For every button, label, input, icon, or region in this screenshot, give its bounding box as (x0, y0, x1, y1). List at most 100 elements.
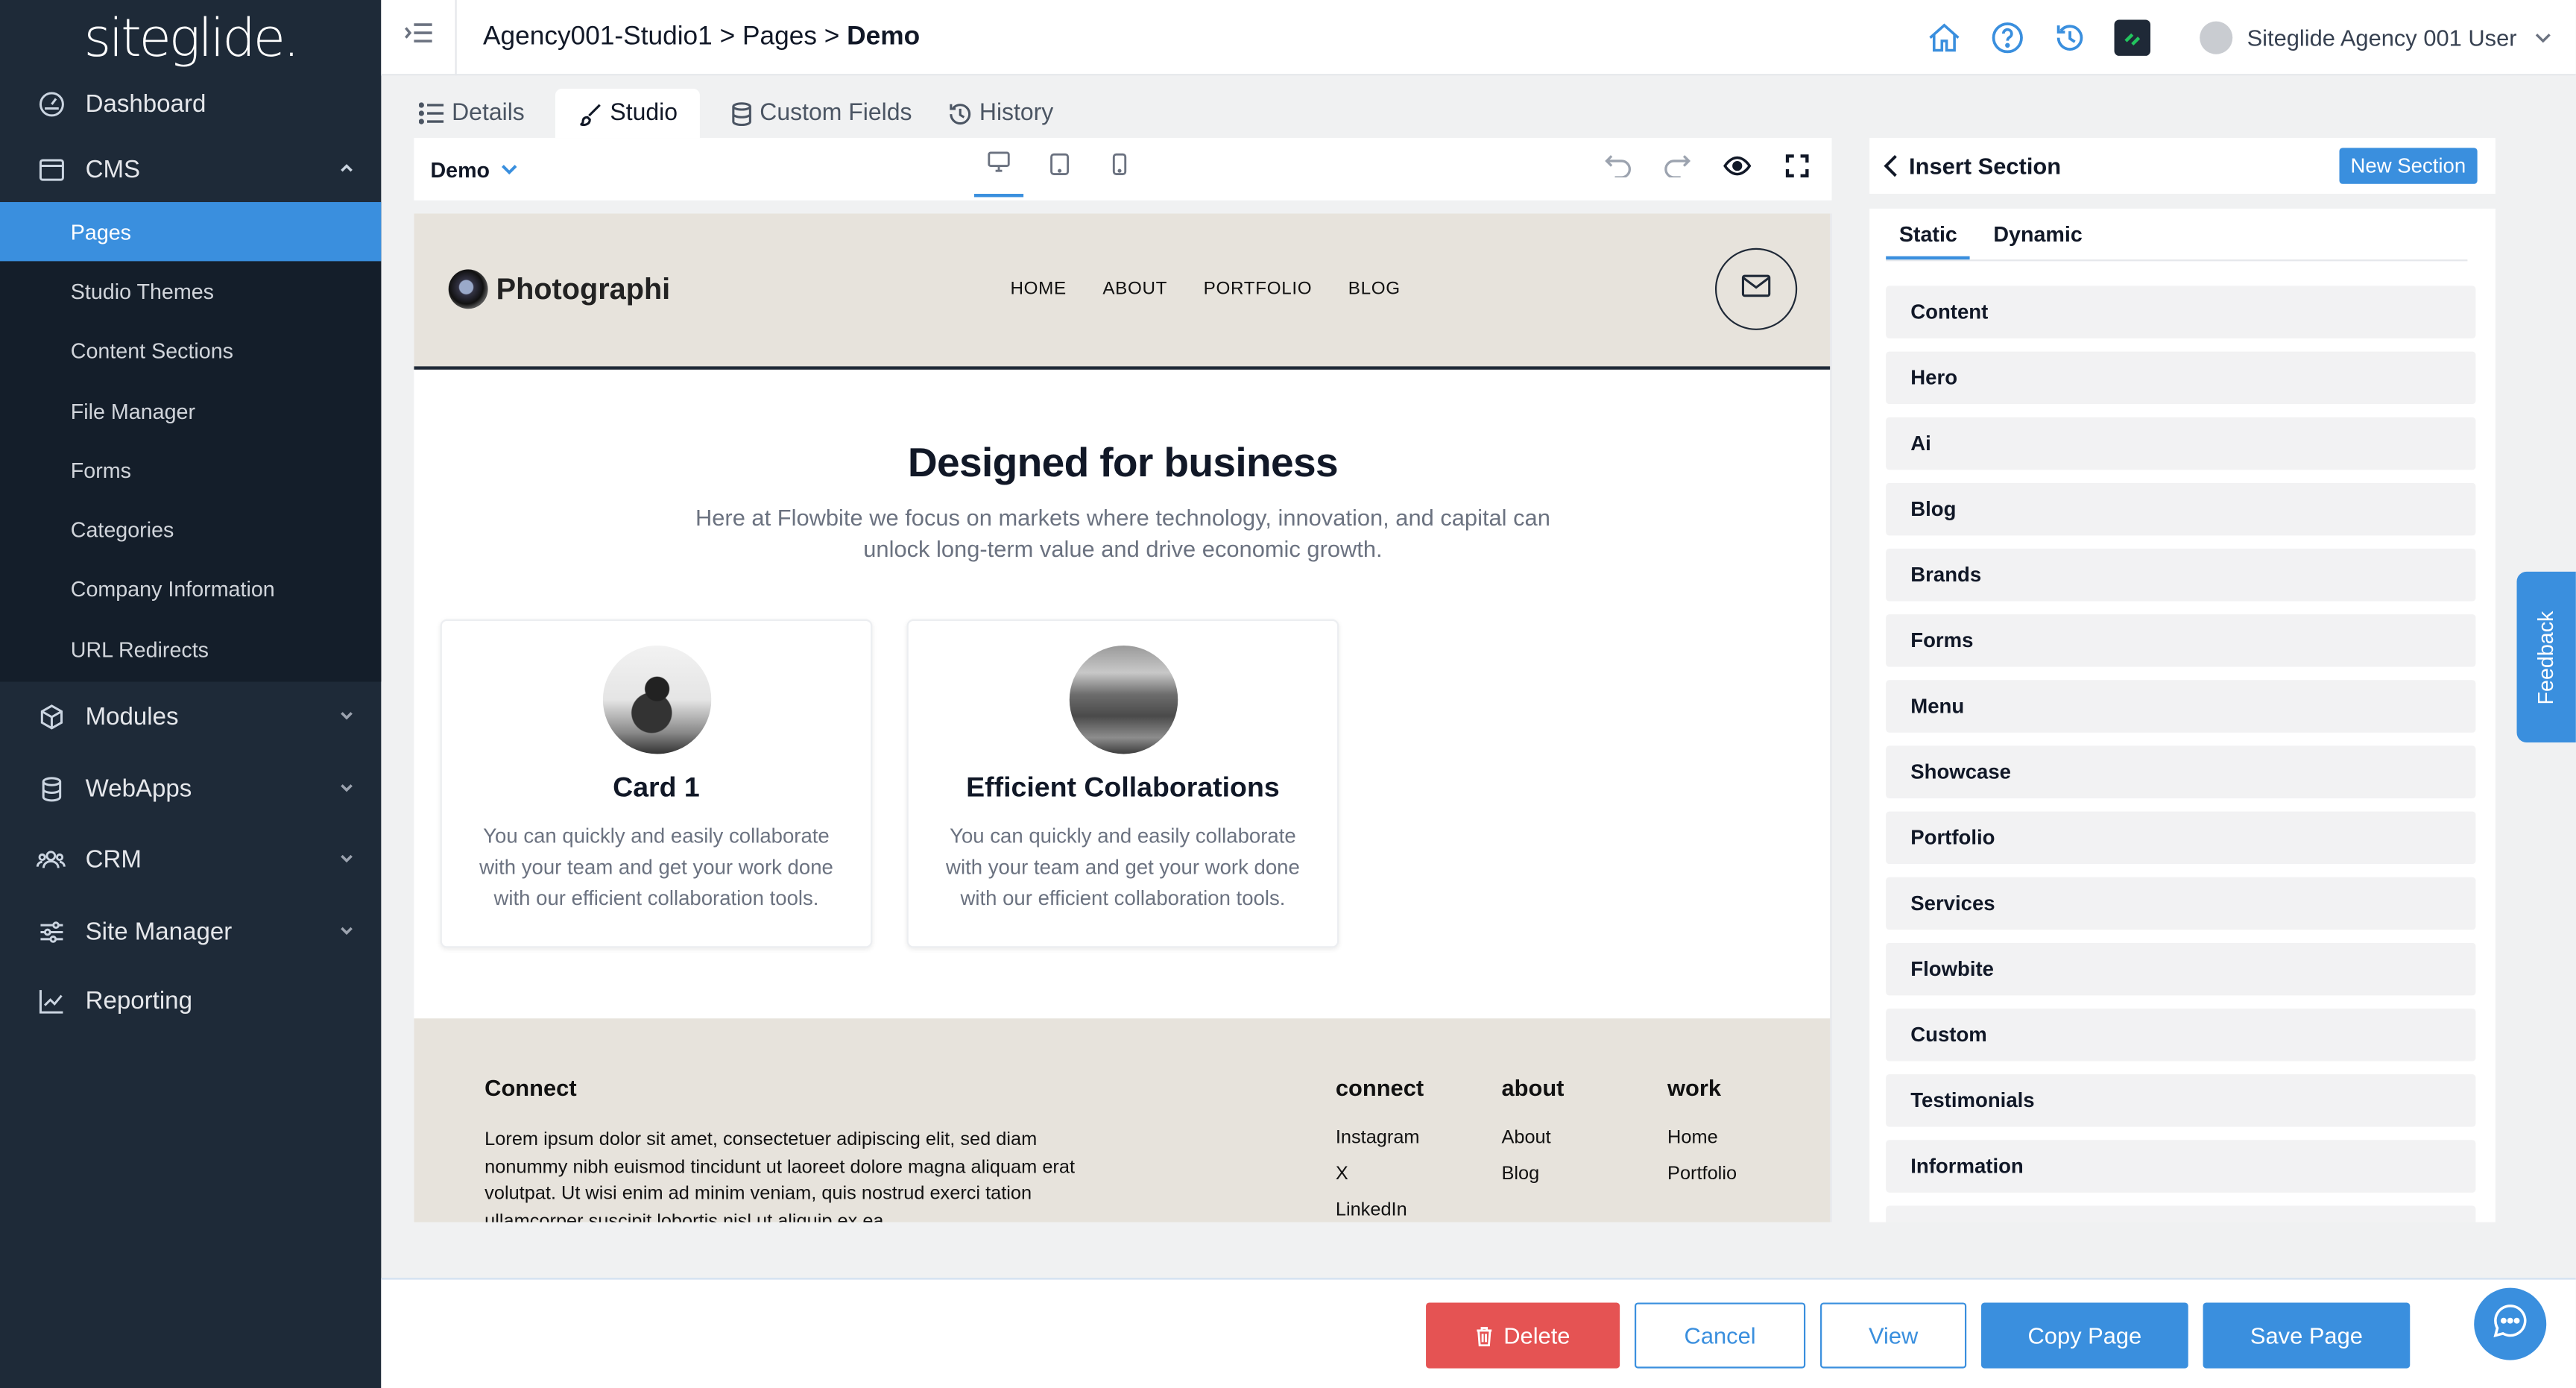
sidebar-item-categories[interactable]: Categories (0, 500, 381, 560)
sidebar-item-studio-themes[interactable]: Studio Themes (0, 262, 381, 321)
redo-button[interactable] (1661, 153, 1693, 186)
tab-details[interactable]: Details (414, 89, 529, 138)
camera-lens-icon (448, 269, 488, 309)
sidebar-item-label: Modules (85, 703, 179, 732)
sidebar-item-reporting[interactable]: Reporting (0, 968, 381, 1034)
section-type-tabs: Static Dynamic (1886, 221, 2468, 262)
home-icon[interactable] (1927, 19, 1963, 55)
view-button[interactable]: View (1820, 1302, 1967, 1369)
page-select[interactable]: Demo (430, 157, 519, 181)
preview-brand: Photographi (448, 269, 670, 309)
section-item-menu[interactable]: Menu (1886, 680, 2476, 733)
top-bar: Agency001-Studio1 > Pages > Demo Sitegli… (381, 0, 2576, 76)
fullscreen-button[interactable] (1781, 153, 1813, 186)
tablet-view-button[interactable] (1035, 138, 1085, 197)
chat-bubble-icon (2490, 1300, 2530, 1348)
user-menu[interactable]: Siteglide Agency 001 User (2199, 21, 2553, 54)
section-item-services[interactable]: Services (1886, 877, 2476, 930)
preview-site-header[interactable]: Photographi HOME ABOUT PORTFOLIO BLOG (414, 213, 1831, 370)
top-icons: Siteglide Agency 001 User (1927, 0, 2576, 75)
sidebar-item-label: Dashboard (85, 89, 206, 118)
mobile-view-button[interactable] (1094, 138, 1143, 197)
preview-button[interactable] (1720, 153, 1753, 186)
envelope-icon (1741, 274, 1771, 305)
sidebar-item-crm[interactable]: CRM (0, 825, 381, 896)
sidebar-item-file-manager[interactable]: File Manager (0, 381, 381, 441)
history-icon[interactable] (2051, 19, 2087, 55)
footer-link[interactable]: Home (1667, 1129, 1718, 1148)
desktop-view-button[interactable] (973, 138, 1024, 198)
breadcrumb-path[interactable]: Agency001-Studio1 > Pages > (483, 22, 847, 50)
section-item-blog[interactable]: Blog (1886, 482, 2476, 536)
sidebar-item-webapps[interactable]: WebApps (0, 753, 381, 825)
action-bar: Delete Cancel View Copy Page Save Page (381, 1278, 2576, 1388)
section-item-custom[interactable]: Custom (1886, 1009, 2476, 1061)
preview-card[interactable]: Efficient Collaborations You can quickly… (906, 619, 1339, 948)
cube-icon (36, 703, 66, 733)
siteglide-app-icon[interactable] (2114, 19, 2150, 56)
help-icon[interactable] (1989, 19, 2025, 55)
insert-section-title[interactable]: Insert Section (1876, 153, 2061, 179)
chat-widget-button[interactable] (2474, 1287, 2547, 1360)
sidebar-item-url-redirects[interactable]: URL Redirects (0, 619, 381, 679)
sidebar-item-cms[interactable]: CMS (0, 136, 381, 202)
section-item-content[interactable]: Content (1886, 286, 2476, 338)
preview-hero-title: Designed for business (907, 440, 1339, 487)
tab-dynamic[interactable]: Dynamic (1980, 221, 2096, 259)
sidebar-item-label: CMS (85, 155, 141, 183)
preview-mail-button[interactable] (1714, 247, 1798, 330)
footer-link[interactable]: X (1336, 1164, 1348, 1184)
tab-custom-fields[interactable]: Custom Fields (727, 89, 917, 138)
menu-toggle-button[interactable] (381, 0, 457, 75)
sidebar-item-forms[interactable]: Forms (0, 441, 381, 500)
sidebar-item-pages[interactable]: Pages (0, 202, 382, 262)
footer-link[interactable]: Blog (1501, 1164, 1539, 1184)
section-item-brands[interactable]: Brands (1886, 549, 2476, 602)
tab-static[interactable]: Static (1886, 221, 1971, 260)
database-icon (732, 101, 754, 126)
history-icon (948, 101, 973, 126)
card-image (602, 646, 711, 754)
sidebar-item-label: WebApps (85, 775, 192, 804)
section-item-testimonials[interactable]: Testimonials (1886, 1074, 2476, 1127)
sidebar-item-site-manager[interactable]: Site Manager (0, 896, 381, 968)
preview-nav-portfolio[interactable]: PORTFOLIO (1204, 280, 1313, 299)
copy-page-button[interactable]: Copy Page (1981, 1302, 2188, 1369)
sidebar-item-company-information[interactable]: Company Information (0, 560, 381, 619)
sidebar-item-label: Site Manager (85, 918, 233, 946)
footer-col-title: connect (1335, 1074, 1424, 1101)
section-item-flowbite[interactable]: Flowbite (1886, 942, 2476, 996)
sidebar-item-dashboard[interactable]: Dashboard (0, 71, 381, 136)
section-item-portfolio[interactable]: Portfolio (1886, 811, 2476, 865)
sidebar-item-content-sections[interactable]: Content Sections (0, 321, 381, 381)
feedback-tab[interactable]: Feedback (2516, 571, 2576, 743)
siteglide-logo[interactable]: siteglide. (0, 0, 381, 75)
footer-link[interactable]: Instagram (1336, 1129, 1420, 1148)
preview-footer[interactable]: Connect Lorem ipsum dolor sit amet, cons… (414, 1018, 1831, 1223)
section-item-forms[interactable]: Forms (1886, 614, 2476, 667)
section-item-information[interactable]: Information (1886, 1140, 2476, 1193)
section-item-showcase[interactable]: Showcase (1886, 745, 2476, 798)
section-item-more[interactable] (1886, 1205, 2476, 1223)
preview-nav-about[interactable]: ABOUT (1102, 280, 1167, 299)
section-item-ai[interactable]: Ai (1886, 417, 2476, 470)
preview-card[interactable]: Card 1 You can quickly and easily collab… (440, 619, 873, 948)
save-page-button[interactable]: Save Page (2203, 1302, 2411, 1369)
new-section-button[interactable]: New Section (2339, 148, 2478, 184)
tab-history[interactable]: History (943, 89, 1058, 138)
preview-nav-blog[interactable]: BLOG (1348, 280, 1401, 299)
preview-nav-home[interactable]: HOME (1010, 280, 1066, 299)
tab-studio[interactable]: Studio (555, 88, 701, 139)
footer-link[interactable]: LinkedIn (1336, 1201, 1407, 1220)
delete-button[interactable]: Delete (1426, 1302, 1620, 1369)
redo-icon (1664, 154, 1691, 185)
footer-link[interactable]: Portfolio (1667, 1164, 1737, 1184)
studio-canvas[interactable]: Photographi HOME ABOUT PORTFOLIO BLOG De… (414, 213, 1832, 1223)
cancel-button[interactable]: Cancel (1634, 1302, 1806, 1369)
sidebar-item-modules[interactable]: Modules (0, 682, 381, 753)
user-name: Siteglide Agency 001 User (2247, 25, 2517, 51)
section-item-hero[interactable]: Hero (1886, 351, 2476, 405)
avatar (2199, 21, 2232, 54)
footer-link[interactable]: About (1501, 1129, 1550, 1148)
undo-button[interactable] (1602, 153, 1635, 186)
